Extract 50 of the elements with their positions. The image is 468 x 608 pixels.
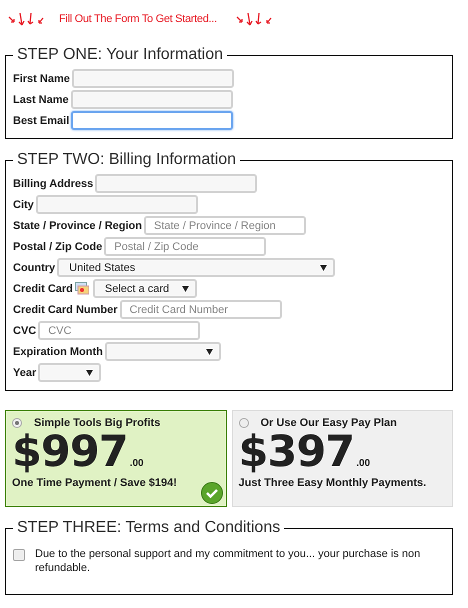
section-title: STEP TWO: Billing Information <box>16 151 238 169</box>
field-label: City <box>13 198 34 210</box>
field-label: Credit Card <box>13 282 73 294</box>
field-label: State / Province / Region <box>13 220 142 232</box>
dropdown[interactable] <box>104 342 221 361</box>
price-cents: .00 <box>356 458 370 469</box>
price-cents: .00 <box>130 458 144 469</box>
field-label: Last Name <box>13 94 69 106</box>
input-field[interactable] <box>72 69 234 88</box>
input-field[interactable] <box>36 195 198 214</box>
input-field[interactable]: Credit Card Number <box>120 300 282 319</box>
input-field[interactable]: Postal / Zip Code <box>104 237 266 256</box>
caret-icon <box>182 286 189 292</box>
field-label: Best Email <box>13 114 70 126</box>
field-label: Billing Address <box>13 178 94 190</box>
plan-note: One Time Payment / Save $194! <box>12 477 178 489</box>
credit-card-icon <box>74 282 89 295</box>
dropdown[interactable]: Select a card <box>92 279 197 298</box>
header-text: Fill Out The Form To Get Started... <box>59 13 217 25</box>
checkmark-icon <box>200 482 222 504</box>
caret-icon <box>86 370 94 376</box>
field-label: First Name <box>13 72 70 84</box>
plan-title: Or Use Our Easy Pay Plan <box>260 417 397 429</box>
plan-card[interactable]: Or Use Our Easy Pay Plan $397.00 Just Three Easy Monthly Payments. <box>232 410 453 507</box>
dropdown[interactable]: United States <box>57 258 336 277</box>
caret-icon <box>206 348 213 354</box>
price: $397 <box>238 427 354 477</box>
input-field[interactable] <box>95 174 258 193</box>
caret-icon <box>320 264 328 270</box>
field-label: Country <box>13 262 56 274</box>
input-field[interactable]: State / Province / Region <box>144 216 306 235</box>
input-field[interactable] <box>71 111 234 130</box>
section-title: STEP THREE: Terms and Conditions <box>16 519 282 537</box>
input-field[interactable]: CVC <box>38 321 200 340</box>
plan-title: Simple Tools Big Profits <box>34 417 160 429</box>
terms-text: Due to the personal support and my commitment to you... your purchase is non refundable. <box>35 547 422 575</box>
field-label: Credit Card Number <box>13 304 118 316</box>
plan-card[interactable]: Simple Tools Big Profits $997.00 One Time Payment / Save $194! <box>5 410 226 507</box>
radio-button[interactable] <box>238 418 248 428</box>
field-label: Expiration Month <box>13 346 103 358</box>
price: $997 <box>12 427 128 477</box>
field-label: Year <box>13 366 36 378</box>
checkbox[interactable] <box>13 549 25 561</box>
field-label: CVC <box>13 324 36 336</box>
radio-button[interactable] <box>12 418 22 428</box>
section-title: STEP ONE: Your Information <box>16 46 224 64</box>
input-field[interactable] <box>70 90 233 109</box>
field-label: Postal / Zip Code <box>13 240 102 252</box>
plan-note: Just Three Easy Monthly Payments. <box>238 477 428 489</box>
dropdown[interactable] <box>38 363 102 382</box>
